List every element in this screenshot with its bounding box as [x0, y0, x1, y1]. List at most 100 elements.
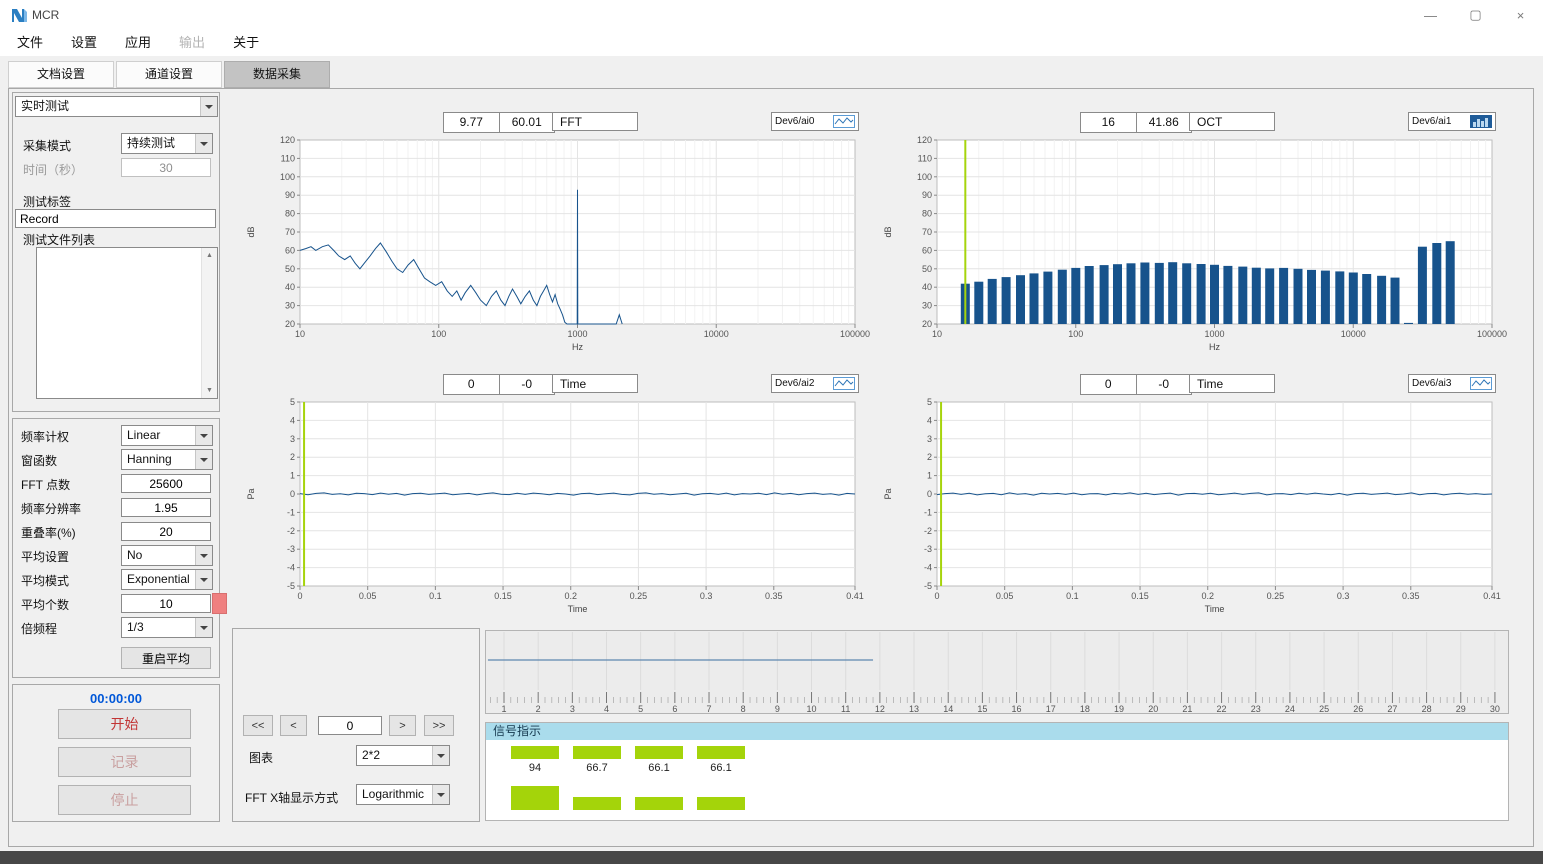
menu-item-4[interactable]: 关于 [219, 30, 273, 56]
signal-indicator-header: 信号指示 [486, 723, 1508, 740]
svg-text:Time: Time [568, 604, 588, 614]
test-label-input[interactable] [15, 209, 216, 228]
overlap-percent-input[interactable] [121, 522, 211, 541]
fft-points-input[interactable] [121, 474, 211, 493]
cursor-x-value: 16 [1081, 113, 1137, 132]
window-function-select[interactable]: Hanning [121, 449, 213, 470]
channel-label: Dev6/ai2 [775, 378, 814, 389]
acquisition-settings-group: 实时测试 采集模式持续测试时间（秒） 测试标签 测试文件列表 ▲ ▼ [12, 92, 220, 412]
file-list-caption: 测试文件列表 [23, 231, 95, 248]
svg-text:10: 10 [807, 704, 817, 714]
tab-0[interactable]: 文档设置 [8, 61, 114, 88]
next-page-button[interactable]: > [389, 715, 416, 736]
chevron-glyph [200, 434, 208, 438]
svg-text:4: 4 [290, 415, 295, 425]
svg-text:3: 3 [290, 434, 295, 444]
record-button[interactable]: 记录 [58, 747, 191, 777]
menu-item-2[interactable]: 应用 [111, 30, 165, 56]
signal-level-value: 66.1 [635, 762, 683, 774]
test-mode-value: 实时测试 [16, 97, 200, 116]
cursor-y-value: 41.86 [1137, 113, 1192, 132]
maximize-button[interactable]: ▢ [1453, 0, 1498, 30]
channel-label: Dev6/ai1 [1412, 116, 1451, 127]
svg-text:15: 15 [977, 704, 987, 714]
svg-text:-5: -5 [924, 581, 932, 591]
page-number-input[interactable] [318, 716, 382, 735]
last-page-button[interactable]: >> [424, 715, 454, 736]
freq-weighting-select[interactable]: Linear [121, 425, 213, 446]
test-mode-select[interactable]: 实时测试 [15, 96, 218, 117]
freq-resolution-input[interactable] [121, 498, 211, 517]
acq-mode-select[interactable]: 持续测试 [121, 133, 213, 154]
plot-dev6-ai1[interactable]: 2030405060708090100110120101001000100001… [877, 134, 1499, 362]
chart-dev6-ai2: 0-0TimeDev6/ai2-5-4-3-2-101234500.050.10… [240, 372, 862, 624]
chart-type-label: Time [1189, 374, 1275, 393]
svg-text:13: 13 [909, 704, 919, 714]
chevron-glyph [200, 578, 208, 582]
tab-1[interactable]: 通道设置 [116, 61, 222, 88]
svg-text:5: 5 [638, 704, 643, 714]
chart-layout-select[interactable]: 2*2 [356, 745, 450, 766]
svg-text:Hz: Hz [1209, 342, 1220, 352]
restart-average-button[interactable]: 重启平均 [121, 647, 211, 669]
test-file-list[interactable]: ▲ ▼ [36, 247, 218, 399]
scroll-down-icon[interactable]: ▼ [202, 383, 217, 398]
svg-text:-2: -2 [287, 526, 295, 536]
svg-text:1000: 1000 [567, 329, 587, 339]
svg-text:27: 27 [1387, 704, 1397, 714]
svg-text:29: 29 [1456, 704, 1466, 714]
first-page-button[interactable]: << [243, 715, 273, 736]
svg-text:16: 16 [1012, 704, 1022, 714]
menu-item-0[interactable]: 文件 [3, 30, 57, 56]
prev-page-button[interactable]: < [280, 715, 307, 736]
svg-text:25: 25 [1319, 704, 1329, 714]
chart-type-label: FFT [552, 112, 638, 131]
chevron-down-icon [200, 97, 217, 116]
cursor-readout-box: 9.7760.01 [443, 112, 555, 133]
menu-item-3[interactable]: 输出 [165, 30, 219, 56]
menu-item-1[interactable]: 设置 [57, 30, 111, 56]
chevron-glyph [200, 142, 208, 146]
cursor-y-value: -0 [500, 375, 555, 394]
svg-text:22: 22 [1217, 704, 1227, 714]
line-chart-icon [1470, 377, 1492, 390]
fft-axis-mode-select[interactable]: Logarithmic [356, 784, 450, 805]
minimize-button[interactable]: — [1408, 0, 1453, 30]
tab-bar: 文档设置通道设置数据采集 [0, 56, 1543, 88]
start-button[interactable]: 开始 [58, 709, 191, 739]
timeline-ruler-chart[interactable]: 1234567891011121314151617181920212223242… [485, 630, 1509, 714]
plot-dev6-ai2[interactable]: -5-4-3-2-101234500.050.10.150.20.250.30.… [240, 396, 862, 624]
average-setting-select[interactable]: No [121, 545, 213, 566]
svg-text:0: 0 [290, 489, 295, 499]
svg-text:110: 110 [281, 153, 295, 163]
chart-dev6-ai3: 0-0TimeDev6/ai3-5-4-3-2-101234500.050.10… [877, 372, 1499, 624]
file-list-scrollbar[interactable] [201, 248, 217, 398]
svg-text:0.35: 0.35 [765, 591, 783, 601]
acq-mode-value: 持续测试 [122, 134, 195, 153]
svg-text:Time: Time [1205, 604, 1225, 614]
plot-dev6-ai0[interactable]: 2030405060708090100110120101001000100001… [240, 134, 862, 362]
svg-text:90: 90 [285, 190, 295, 200]
svg-text:120: 120 [280, 135, 295, 145]
svg-text:2: 2 [290, 452, 295, 462]
tab-2[interactable]: 数据采集 [224, 61, 330, 88]
average-mode-value: Exponential [122, 570, 195, 589]
svg-text:0: 0 [297, 591, 302, 601]
duration-seconds-input[interactable] [121, 158, 211, 177]
signal-level-value: 66.7 [573, 762, 621, 774]
svg-text:100: 100 [431, 329, 446, 339]
svg-text:20: 20 [285, 319, 295, 329]
signal-level-bar [635, 797, 683, 810]
octave-select[interactable]: 1/3 [121, 617, 213, 638]
average-count-input[interactable] [121, 594, 211, 613]
svg-text:5: 5 [290, 397, 295, 407]
stop-button[interactable]: 停止 [58, 785, 191, 815]
plot-dev6-ai3[interactable]: -5-4-3-2-101234500.050.10.150.20.250.30.… [877, 396, 1499, 624]
close-button[interactable]: × [1498, 0, 1543, 30]
svg-text:18: 18 [1080, 704, 1090, 714]
svg-text:-4: -4 [924, 563, 932, 573]
svg-text:12: 12 [875, 704, 885, 714]
average-mode-select[interactable]: Exponential [121, 569, 213, 590]
scroll-up-icon[interactable]: ▲ [202, 248, 217, 263]
svg-text:0.05: 0.05 [359, 591, 377, 601]
